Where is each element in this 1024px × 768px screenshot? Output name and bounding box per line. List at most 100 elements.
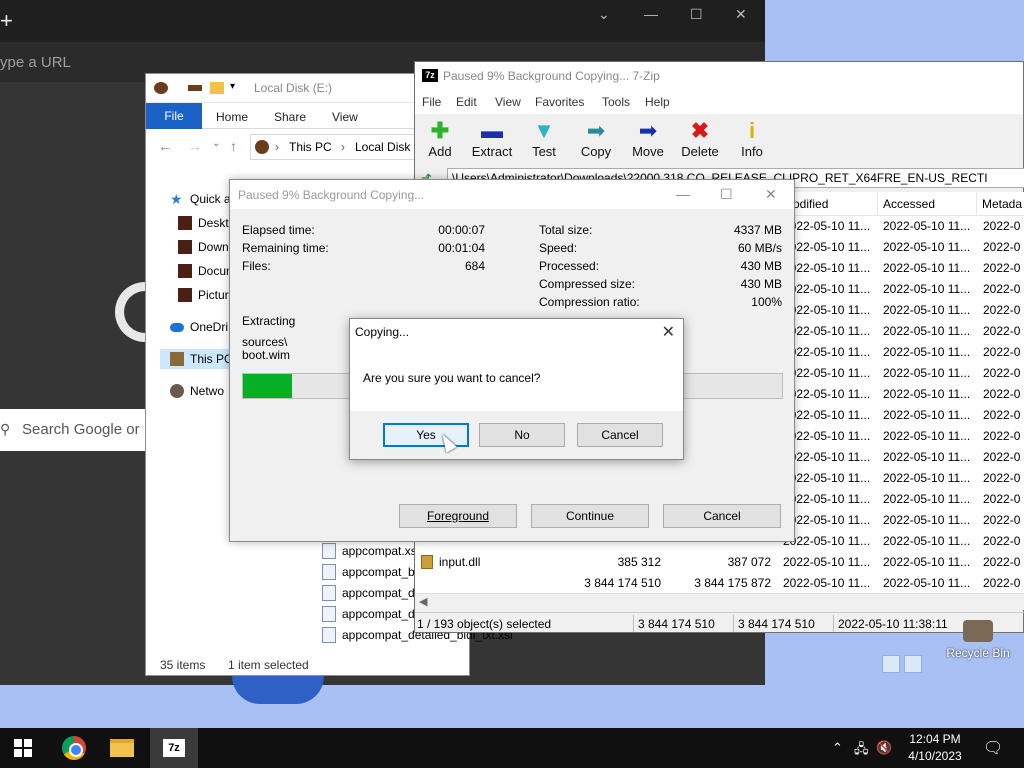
taskbar-chrome[interactable] bbox=[50, 728, 98, 768]
chevron-up-icon[interactable]: ⌃ bbox=[832, 740, 843, 756]
nav-downloads[interactable]: Down bbox=[178, 237, 229, 257]
cancel-progress-button[interactable]: Cancel bbox=[663, 504, 781, 528]
taskbar-file-explorer[interactable] bbox=[98, 728, 146, 768]
confirm-message: Are you sure you want to cancel? bbox=[363, 371, 541, 385]
close-icon[interactable]: ✕ bbox=[765, 186, 777, 203]
compression-ratio-value: 100% bbox=[751, 295, 782, 309]
selection-count: 1 item selected bbox=[228, 658, 309, 672]
minimize-icon[interactable]: — bbox=[676, 186, 690, 202]
file-row[interactable]: appcompat_d bbox=[322, 604, 415, 624]
confirm-title-bar: Copying... ✕ bbox=[350, 319, 683, 347]
column-modified[interactable]: odified bbox=[793, 197, 828, 211]
address-placeholder[interactable]: ype a URL bbox=[0, 54, 71, 71]
copy-arrow-icon: ➡ bbox=[586, 118, 606, 143]
files-value: 684 bbox=[464, 259, 485, 273]
column-accessed[interactable]: Accessed bbox=[883, 197, 935, 211]
column-metadata[interactable]: Metada bbox=[982, 197, 1022, 211]
menu-tools[interactable]: Tools bbox=[602, 95, 630, 109]
menu-file[interactable]: File bbox=[422, 95, 441, 109]
close-icon[interactable]: ✕ bbox=[735, 6, 747, 23]
modified-cell: 2022-05-10 11... bbox=[783, 576, 871, 590]
info-button[interactable]: i Info bbox=[725, 118, 779, 159]
metadata-cell: 2022-0 bbox=[983, 429, 1021, 443]
quick-access-icon[interactable] bbox=[188, 85, 202, 91]
ribbon-tab-share[interactable]: Share bbox=[274, 110, 306, 124]
ribbon-tab-home[interactable]: Home bbox=[216, 110, 248, 124]
details-view-icon[interactable] bbox=[882, 655, 900, 673]
current-file-path: sources\ bbox=[242, 335, 288, 349]
back-arrow-icon[interactable]: ← bbox=[158, 138, 172, 154]
table-row[interactable]: input.dll 385 312 387 072 2022-05-10 11... 2… bbox=[415, 552, 1024, 573]
chevron-down-icon[interactable]: ⌄ bbox=[212, 138, 220, 149]
test-button[interactable]: ▼ Test bbox=[517, 118, 571, 159]
add-button[interactable]: ✚ Add bbox=[413, 118, 467, 159]
maximize-icon[interactable]: ☐ bbox=[720, 186, 733, 203]
modified-cell: 2022-05-10 11... bbox=[783, 555, 871, 569]
breadcrumb-this-pc[interactable]: This PC bbox=[289, 140, 332, 154]
modified-cell: 2022-05-10 11... bbox=[783, 408, 871, 422]
current-file-name: boot.wim bbox=[242, 348, 291, 362]
clock-time: 12:04 PM bbox=[909, 732, 961, 746]
maximize-icon[interactable]: ☐ bbox=[690, 6, 703, 23]
continue-button[interactable]: Continue bbox=[531, 504, 649, 528]
foreground-button[interactable]: Foreground bbox=[399, 504, 517, 528]
cancel-button[interactable]: Cancel bbox=[577, 423, 663, 447]
up-arrow-icon[interactable]: ↑ bbox=[230, 138, 237, 154]
menu-view[interactable]: View bbox=[495, 95, 521, 109]
delete-button[interactable]: ✖ Delete bbox=[673, 118, 727, 159]
extract-button[interactable]: ▬ Extract bbox=[465, 118, 519, 159]
minimize-icon[interactable]: — bbox=[644, 6, 658, 22]
forward-arrow-icon[interactable]: → bbox=[188, 138, 202, 154]
folder-icon bbox=[110, 739, 134, 757]
windows-start-icon[interactable] bbox=[14, 739, 32, 757]
metadata-cell: 2022-0 bbox=[983, 408, 1021, 422]
ribbon-tab-file[interactable]: File bbox=[146, 103, 202, 129]
taskbar-7zip[interactable]: 7z bbox=[150, 728, 198, 768]
nav-documents[interactable]: Docum bbox=[178, 261, 236, 281]
compressed-size-label: Compressed size: bbox=[539, 277, 636, 291]
chevron-down-icon[interactable]: ⌄ bbox=[598, 6, 610, 23]
taskbar-clock[interactable]: 12:04 PM 4/10/2023 bbox=[900, 731, 970, 765]
horizontal-scrollbar[interactable]: ◀ bbox=[415, 593, 1024, 610]
chevron-down-icon[interactable]: ▾ bbox=[230, 81, 244, 93]
google-search-box[interactable]: ⚲ Search Google or bbox=[0, 409, 145, 451]
network-icon[interactable]: 🖧 bbox=[854, 740, 869, 762]
volume-muted-icon[interactable]: 🔇 bbox=[876, 740, 892, 756]
accessed-cell: 2022-05-10 11... bbox=[883, 429, 971, 443]
recycle-bin-icon[interactable]: Recycle Bin bbox=[938, 620, 1018, 660]
no-button[interactable]: No bbox=[479, 423, 565, 447]
status-date: 2022-05-10 11:38:11 bbox=[838, 617, 948, 631]
close-icon[interactable]: ✕ bbox=[662, 322, 675, 342]
file-row[interactable]: appcompat.xs bbox=[322, 541, 417, 561]
move-button[interactable]: ➡ Move bbox=[621, 118, 675, 159]
file-row[interactable]: appcompat_b bbox=[322, 562, 415, 582]
metadata-cell: 2022-0 bbox=[983, 555, 1021, 569]
ribbon-tab-view[interactable]: View bbox=[332, 110, 358, 124]
remaining-value: 00:01:04 bbox=[438, 241, 485, 255]
copy-button[interactable]: ➡ Copy bbox=[569, 118, 623, 159]
accessed-cell: 2022-05-10 11... bbox=[883, 513, 971, 527]
menu-edit[interactable]: Edit bbox=[456, 95, 477, 109]
breadcrumb-local-disk[interactable]: Local Disk bbox=[355, 140, 410, 154]
move-arrow-icon: ➡ bbox=[638, 118, 658, 143]
menu-favorites[interactable]: Favorites bbox=[535, 95, 584, 109]
nav-onedrive[interactable]: OneDri bbox=[170, 317, 228, 337]
minus-icon: ▬ bbox=[481, 118, 503, 143]
nav-desktop[interactable]: Deskt bbox=[178, 213, 229, 233]
nav-network[interactable]: Netwo bbox=[170, 381, 224, 401]
accessed-cell: 2022-05-10 11... bbox=[883, 471, 971, 485]
status-selection: 1 / 193 object(s) selected bbox=[417, 617, 552, 631]
file-row[interactable]: appcompat_d bbox=[322, 583, 415, 603]
menu-help[interactable]: Help bbox=[645, 95, 670, 109]
accessed-cell: 2022-05-10 11... bbox=[883, 282, 971, 296]
metadata-cell: 2022-0 bbox=[983, 492, 1021, 506]
new-tab-button[interactable]: + bbox=[0, 10, 13, 32]
yes-button[interactable]: Yes bbox=[383, 423, 469, 447]
nav-quick-access[interactable]: ★ Quick a bbox=[170, 189, 231, 209]
scroll-left-icon[interactable]: ◀ bbox=[419, 595, 427, 608]
table-row[interactable]: 3 844 174 510 3 844 175 872 2022-05-10 11.… bbox=[415, 573, 1024, 594]
large-icons-view-icon[interactable] bbox=[904, 655, 922, 673]
nav-pictures[interactable]: Pictur bbox=[178, 285, 229, 305]
folder-icon[interactable] bbox=[210, 82, 224, 94]
notification-icon[interactable]: 🗨 bbox=[983, 738, 1003, 758]
